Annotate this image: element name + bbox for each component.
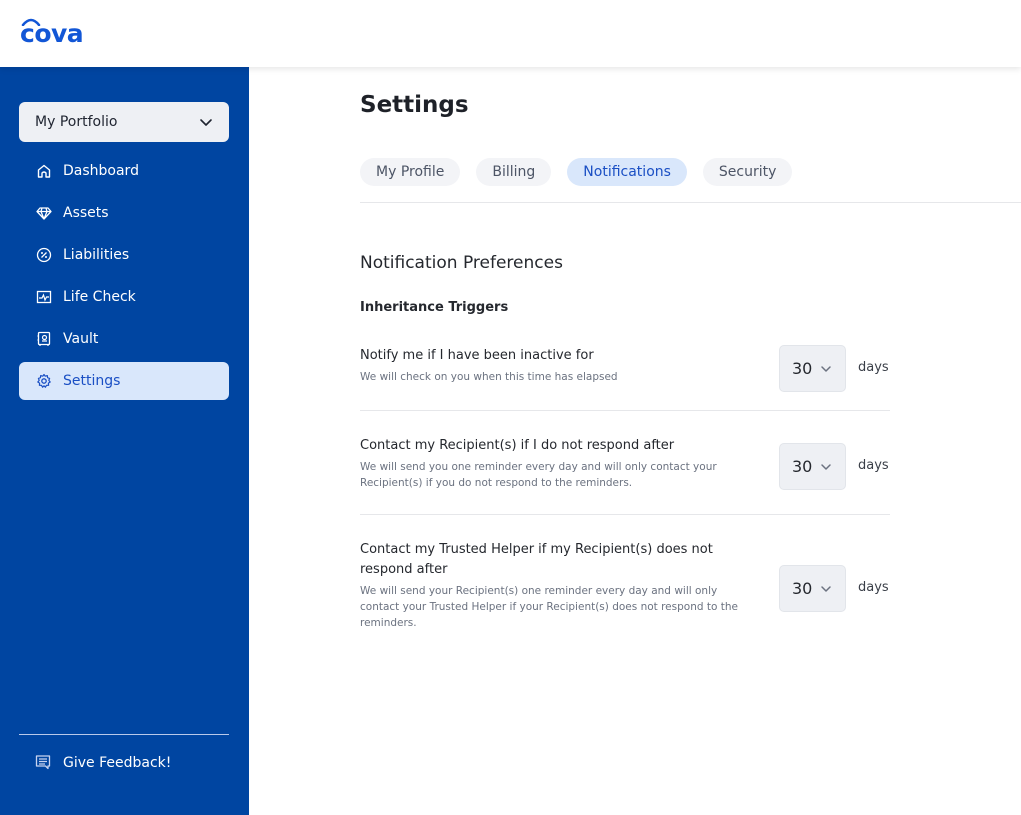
select-value: 30 — [792, 457, 813, 476]
chevron-down-icon — [821, 463, 832, 470]
vault-icon — [35, 330, 53, 348]
top-header: cova — [0, 0, 1021, 67]
chevron-down-icon — [821, 365, 832, 372]
row-divider — [360, 410, 890, 411]
sidebar-item-label: Assets — [63, 205, 109, 221]
sidebar-item-label: Life Check — [63, 289, 136, 305]
sidebar-item-label: Liabilities — [63, 247, 130, 263]
heartbeat-icon — [35, 288, 53, 306]
diamond-icon — [35, 204, 53, 222]
gear-icon — [35, 372, 53, 390]
select-value: 30 — [792, 579, 813, 598]
preference-question: Contact my Trusted Helper if my Recipien… — [360, 542, 713, 577]
tabs-divider — [360, 202, 1021, 203]
sidebar-item-settings[interactable]: Settings — [19, 362, 229, 400]
chevron-down-icon — [821, 585, 832, 592]
trusted-helper-days-select[interactable]: 30 — [779, 565, 846, 612]
tab-security[interactable]: Security — [702, 158, 793, 186]
tab-notifications[interactable]: Notifications — [567, 158, 687, 186]
preference-question: Notify me if I have been inactive for — [360, 348, 594, 363]
give-feedback-label: Give Feedback! — [63, 755, 172, 771]
sidebar-item-dashboard[interactable]: Dashboard — [19, 152, 229, 190]
unit-label: days — [858, 360, 889, 375]
tab-billing[interactable]: Billing — [476, 158, 552, 186]
unit-label: days — [858, 580, 889, 595]
message-icon — [35, 754, 53, 772]
recipient-days-select[interactable]: 30 — [779, 443, 846, 490]
logo-arc-icon — [21, 18, 41, 26]
sidebar-nav: Dashboard Assets Liabilities Life Check … — [19, 152, 229, 404]
section-title: Notification Preferences — [360, 253, 563, 273]
give-feedback-button[interactable]: Give Feedback! — [19, 744, 229, 782]
sidebar-item-liabilities[interactable]: Liabilities — [19, 236, 229, 274]
preference-description: We will send you one reminder every day … — [360, 461, 717, 489]
cova-logo[interactable]: cova — [20, 18, 84, 48]
unit-label: days — [858, 458, 889, 473]
chevron-down-icon — [200, 119, 212, 126]
preference-question: Contact my Recipient(s) if I do not resp… — [360, 438, 675, 453]
sidebar-divider — [19, 734, 229, 735]
preference-description: We will send your Recipient(s) one remin… — [360, 585, 738, 629]
portfolio-selector[interactable]: My Portfolio — [19, 102, 229, 142]
tab-my-profile[interactable]: My Profile — [360, 158, 461, 186]
sidebar: My Portfolio Dashboard Assets Liabilitie… — [0, 67, 249, 815]
sidebar-item-label: Vault — [63, 331, 99, 347]
home-icon — [35, 162, 53, 180]
inactive-days-select[interactable]: 30 — [779, 345, 846, 392]
portfolio-selector-value: My Portfolio — [35, 114, 118, 130]
sidebar-item-life-check[interactable]: Life Check — [19, 278, 229, 316]
sidebar-item-assets[interactable]: Assets — [19, 194, 229, 232]
page-title: Settings — [360, 92, 469, 118]
sidebar-item-label: Settings — [63, 373, 121, 389]
preference-description: We will check on you when this time has … — [360, 371, 618, 383]
settings-tabs: My Profile Billing Notifications Securit… — [360, 158, 808, 186]
row-divider — [360, 514, 890, 515]
sidebar-item-vault[interactable]: Vault — [19, 320, 229, 358]
select-value: 30 — [792, 359, 813, 378]
subsection-title: Inheritance Triggers — [360, 300, 509, 315]
sidebar-item-label: Dashboard — [63, 163, 139, 179]
percent-icon — [35, 246, 53, 264]
